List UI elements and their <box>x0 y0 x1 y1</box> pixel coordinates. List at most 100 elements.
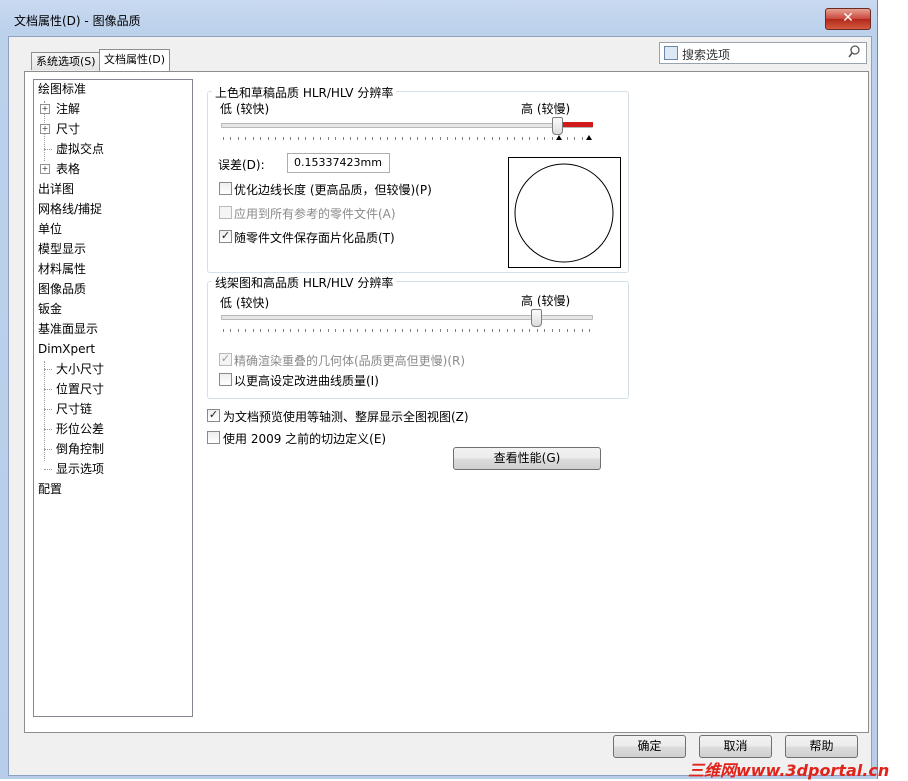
slider-tick <box>275 137 277 140</box>
tree-item-annotations[interactable]: + 注解 <box>40 100 80 118</box>
wireframe-quality-title: 线架图和高品质 HLR/HLV 分辨率 <box>212 274 397 291</box>
slider-tick <box>559 329 561 332</box>
slider-tick <box>335 137 337 140</box>
slider-tick <box>305 329 307 332</box>
slider-tick <box>454 137 456 140</box>
circle-preview-icon <box>514 163 614 263</box>
slider-tick <box>417 329 419 332</box>
slider-tick <box>544 137 546 140</box>
slider-tick <box>230 137 232 140</box>
tree-item-grid-snap[interactable]: 网格线/捕捉 <box>38 200 102 218</box>
slider-tick <box>447 137 449 140</box>
slider-tick <box>364 137 366 140</box>
slider-tick <box>506 329 508 332</box>
slider-tick <box>349 329 351 332</box>
tree-item-chain-dimension[interactable]: 尺寸链 <box>56 400 92 418</box>
expand-icon[interactable]: + <box>40 164 50 174</box>
apply-to-referenced-parts-checkbox[interactable] <box>219 206 232 219</box>
tree-item-label: 表格 <box>56 162 81 176</box>
slider-tick <box>349 137 351 140</box>
optimize-edge-length-checkbox[interactable] <box>219 182 232 195</box>
slider-tick <box>312 137 314 140</box>
shaded-slider-ticks <box>223 137 591 141</box>
tree-item-dimxpert[interactable]: DimXpert <box>38 340 95 358</box>
tree-item-size-dimension[interactable]: 大小尺寸 <box>56 360 104 378</box>
tab-system-options[interactable]: 系统选项(S) <box>31 52 101 70</box>
tree-item-display-options[interactable]: 显示选项 <box>56 460 104 478</box>
slider-tick <box>462 137 464 140</box>
tree-item-chamfer-controls[interactable]: 倒角控制 <box>56 440 104 458</box>
shaded-slider-track[interactable] <box>221 123 593 128</box>
slider-tick <box>282 329 284 332</box>
slider-tick <box>245 137 247 140</box>
slider-tick <box>566 329 568 332</box>
help-button[interactable]: 帮助 <box>785 735 858 758</box>
slider-tick <box>551 329 553 332</box>
deviation-field[interactable]: 0.15337423mm <box>287 153 390 173</box>
search-options-box[interactable]: 搜索选项 <box>659 42 867 64</box>
shaded-slider-thumb[interactable] <box>552 117 564 135</box>
slider-tick <box>252 137 254 140</box>
wireframe-slider-thumb[interactable] <box>530 309 542 327</box>
slider-marker-icon <box>556 135 562 140</box>
wireframe-slider-ticks <box>223 329 591 333</box>
improve-curve-quality-checkbox[interactable] <box>219 373 232 386</box>
slider-tick <box>237 329 239 332</box>
tree-item-detailing[interactable]: 出详图 <box>38 180 74 198</box>
tree-item-dimensions[interactable]: + 尺寸 <box>40 120 81 138</box>
slider-tick <box>297 329 299 332</box>
slider-tick <box>439 137 441 140</box>
slider-tick <box>469 329 471 332</box>
slider-tick <box>342 137 344 140</box>
tree-item-label: 尺寸 <box>56 122 81 136</box>
pre-2009-tangent-edge-checkbox[interactable] <box>207 431 220 444</box>
tree-item-drafting-standard[interactable]: 绘图标准 <box>38 80 86 98</box>
wireframe-quality-group: 线架图和高品质 HLR/HLV 分辨率 低 (较快) 高 (较慢) ✓ 精确渲染… <box>207 274 629 399</box>
slider-tick <box>536 137 538 140</box>
property-tree[interactable]: 绘图标准 + 注解 + 尺寸 虚拟交点 + 表格 出详图 网格线/捕捉 单位 模型显示… <box>33 79 193 717</box>
slider-tick <box>521 137 523 140</box>
tree-item-configurations[interactable]: 配置 <box>38 480 62 498</box>
shaded-quality-title: 上色和草稿品质 HLR/HLV 分辨率 <box>212 84 397 101</box>
close-button[interactable]: ✕ <box>825 8 871 30</box>
tree-item-tables[interactable]: + 表格 <box>40 160 81 178</box>
isometric-preview-checkbox[interactable]: ✓ <box>207 409 220 422</box>
tree-item-units[interactable]: 单位 <box>38 220 62 238</box>
slider-tick <box>320 137 322 140</box>
cancel-button[interactable]: 取消 <box>699 735 772 758</box>
tree-item-plane-display[interactable]: 基准面显示 <box>38 320 98 338</box>
tree-item-model-display[interactable]: 模型显示 <box>38 240 86 258</box>
expand-icon[interactable]: + <box>40 104 50 114</box>
slider-tick <box>499 137 501 140</box>
slider-tick <box>372 329 374 332</box>
search-options-icon <box>664 46 678 60</box>
tree-item-location-dimension[interactable]: 位置尺寸 <box>56 380 104 398</box>
search-icon[interactable] <box>848 44 860 60</box>
slider-tick <box>484 137 486 140</box>
slider-tick <box>297 137 299 140</box>
slider-tick <box>320 329 322 332</box>
view-performance-button[interactable]: 查看性能(G) <box>453 447 601 470</box>
expand-icon[interactable]: + <box>40 124 50 134</box>
tree-item-material-properties[interactable]: 材料属性 <box>38 260 86 278</box>
tab-document-properties[interactable]: 文档属性(D) <box>99 49 171 71</box>
tree-connector <box>44 361 45 461</box>
slider-tick <box>409 329 411 332</box>
ok-button[interactable]: 确定 <box>613 735 686 758</box>
slider-tick <box>237 137 239 140</box>
tree-item-virtual-sharps[interactable]: 虚拟交点 <box>56 140 104 158</box>
slider-tick <box>335 329 337 332</box>
isometric-preview-label: 为文档预览使用等轴测、整屏显示全图视图(Z) <box>223 410 469 424</box>
slider-tick <box>223 329 224 332</box>
slider-tick <box>372 137 374 140</box>
save-tessellation-checkbox[interactable]: ✓ <box>219 230 232 243</box>
close-icon: ✕ <box>842 10 854 26</box>
title-bar[interactable]: 文档属性(D) - 图像品质 ✕ <box>0 0 877 34</box>
tree-item-sheet-metal[interactable]: 钣金 <box>38 300 62 318</box>
tree-item-image-quality[interactable]: 图像品质 <box>38 280 86 298</box>
tree-item-geometric-tolerance[interactable]: 形位公差 <box>56 420 104 438</box>
slider-tick <box>417 137 419 140</box>
precise-render-overlap-checkbox[interactable]: ✓ <box>219 353 232 366</box>
slider-tick <box>357 329 359 332</box>
tree-connector <box>44 369 52 370</box>
